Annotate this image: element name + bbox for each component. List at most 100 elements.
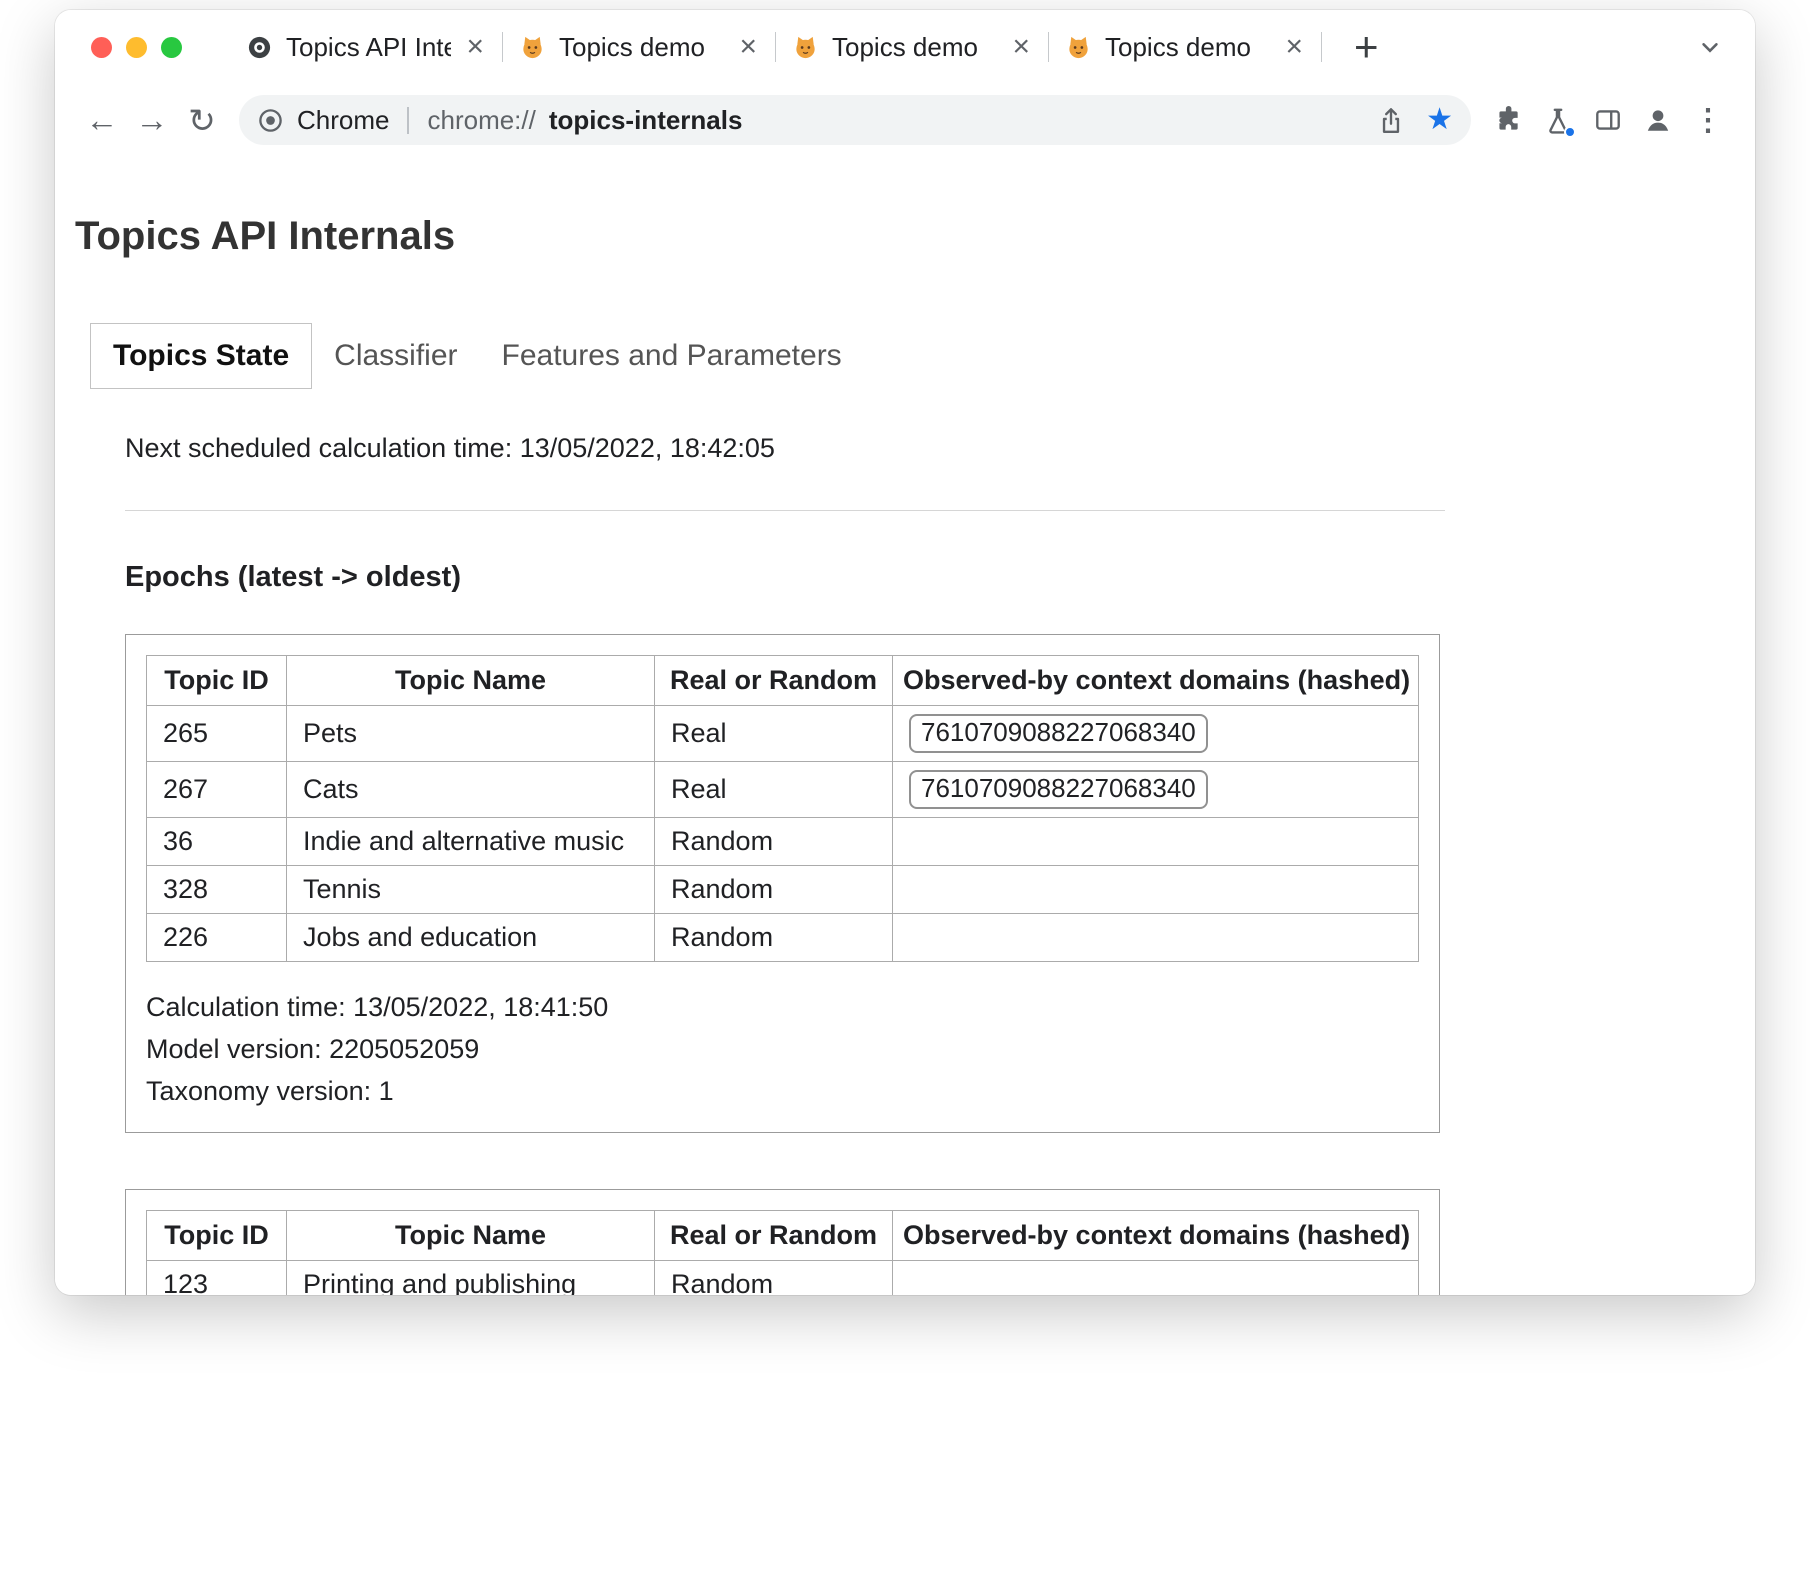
header-real-or-random: Real or Random [655,1211,893,1261]
side-panel-icon[interactable] [1583,95,1633,145]
tab-title: Topics demo [559,32,724,63]
browser-tab-topics-demo-3[interactable]: Topics demo × [1049,10,1321,84]
maximize-window-button[interactable] [161,37,182,58]
new-tab-button[interactable]: + [1344,26,1389,68]
page-tab-bar: Topics State Classifier Features and Par… [90,323,1755,389]
epoch-card-1: Topic ID Topic Name Real or Random Obser… [125,634,1440,1133]
address-bar-actions: ★ [1376,105,1453,135]
tab-title: Topics API Intern [286,32,451,63]
topic-id: 267 [147,762,287,818]
domains-cell-empty [893,1261,1419,1295]
tab-strip: Topics API Intern × Topics demo × Topics… [55,10,1755,84]
context-domain-hash[interactable]: 7610709088227068340 [909,770,1208,809]
chevron-down-icon[interactable] [1695,32,1725,62]
browser-tabs: Topics API Intern × Topics demo × Topics… [230,10,1755,84]
browser-tab-topics-demo-2[interactable]: Topics demo × [776,10,1048,84]
header-real-or-random: Real or Random [655,656,893,706]
domains-cell-empty [893,818,1419,866]
epoch-card-2: Topic ID Topic Name Real or Random Obser… [125,1189,1440,1295]
domains-cell: 7610709088227068340 [893,706,1419,762]
browser-window: Topics API Intern × Topics demo × Topics… [55,10,1755,1295]
tab-separator [1321,32,1322,62]
close-icon[interactable]: × [1283,32,1305,62]
cat-icon [519,34,546,61]
close-icon[interactable]: × [464,32,486,62]
topic-name: Jobs and education [287,914,655,962]
header-topic-name: Topic Name [287,656,655,706]
calculation-time: Calculation time: 13/05/2022, 18:41:50 [146,986,1419,1028]
topic-id: 328 [147,866,287,914]
table-row: 267 Cats Real 7610709088227068340 [147,762,1419,818]
epoch-table-2: Topic ID Topic Name Real or Random Obser… [146,1210,1419,1295]
domains-cell-empty [893,914,1419,962]
reload-icon[interactable]: ↻ [177,95,227,145]
topic-name: Indie and alternative music [287,818,655,866]
window-controls [91,37,182,58]
table-header-row: Topic ID Topic Name Real or Random Obser… [147,1211,1419,1261]
domains-cell-empty [893,866,1419,914]
real-or-random: Real [655,706,893,762]
topic-id: 123 [147,1261,287,1295]
table-row: 328 Tennis Random [147,866,1419,914]
browser-toolbar: ← → ↻ Chrome chrome:// topics-internals … [55,84,1755,156]
extensions-puzzle-icon[interactable] [1483,95,1533,145]
table-row: 226 Jobs and education Random [147,914,1419,962]
tab-features-and-parameters[interactable]: Features and Parameters [480,323,864,389]
close-icon[interactable]: × [1010,32,1032,62]
topic-id: 265 [147,706,287,762]
real-or-random: Random [655,866,893,914]
epochs-heading: Epochs (latest -> oldest) [125,561,1755,594]
header-topic-id: Topic ID [147,1211,287,1261]
chrome-icon [246,34,273,61]
cat-icon [1065,34,1092,61]
page-content: Topics API Internals Topics State Classi… [55,214,1755,1295]
browser-tab-topics-internals[interactable]: Topics API Intern × [230,10,502,84]
chrome-logo-icon [257,107,284,134]
table-header-row: Topic ID Topic Name Real or Random Obser… [147,656,1419,706]
header-topic-name: Topic Name [287,1211,655,1261]
real-or-random: Real [655,762,893,818]
browser-tab-topics-demo-1[interactable]: Topics demo × [503,10,775,84]
close-icon[interactable]: × [737,32,759,62]
share-icon[interactable] [1376,105,1406,135]
epoch-table-1: Topic ID Topic Name Real or Random Obser… [146,655,1419,962]
taxonomy-version: Taxonomy version: 1 [146,1070,1419,1112]
topic-id: 36 [147,818,287,866]
real-or-random: Random [655,1261,893,1295]
section-divider [125,510,1445,511]
experiments-flask-icon[interactable] [1533,95,1583,145]
back-icon[interactable]: ← [77,95,127,145]
context-domain-hash[interactable]: 7610709088227068340 [909,714,1208,753]
close-window-button[interactable] [91,37,112,58]
address-bar[interactable]: Chrome chrome:// topics-internals ★ [239,95,1471,145]
profile-avatar-icon[interactable] [1633,95,1683,145]
model-version: Model version: 2205052059 [146,1028,1419,1070]
header-observed-by: Observed-by context domains (hashed) [893,656,1419,706]
tab-classifier[interactable]: Classifier [312,323,479,389]
tab-topics-state[interactable]: Topics State [90,323,312,389]
bookmark-star-icon[interactable]: ★ [1426,105,1453,135]
topic-name: Pets [287,706,655,762]
domains-cell: 7610709088227068340 [893,762,1419,818]
address-bar-divider [407,107,409,134]
topic-name: Printing and publishing [287,1261,655,1295]
forward-icon[interactable]: → [127,95,177,145]
table-row: 265 Pets Real 7610709088227068340 [147,706,1419,762]
cat-icon [792,34,819,61]
header-topic-id: Topic ID [147,656,287,706]
epoch-meta: Calculation time: 13/05/2022, 18:41:50 M… [146,986,1419,1112]
url-scheme: chrome:// [427,105,535,136]
url-host: topics-internals [549,105,743,136]
next-calculation-time: Next scheduled calculation time: 13/05/2… [125,433,1755,464]
menu-dots-icon[interactable]: ⋮ [1683,95,1733,145]
topic-name: Cats [287,762,655,818]
real-or-random: Random [655,818,893,866]
experiment-badge [1564,126,1576,138]
table-row: 123 Printing and publishing Random [147,1261,1419,1295]
real-or-random: Random [655,914,893,962]
tab-title: Topics demo [832,32,997,63]
address-bar-browser-label: Chrome [297,105,389,136]
topic-id: 226 [147,914,287,962]
header-observed-by: Observed-by context domains (hashed) [893,1211,1419,1261]
minimize-window-button[interactable] [126,37,147,58]
